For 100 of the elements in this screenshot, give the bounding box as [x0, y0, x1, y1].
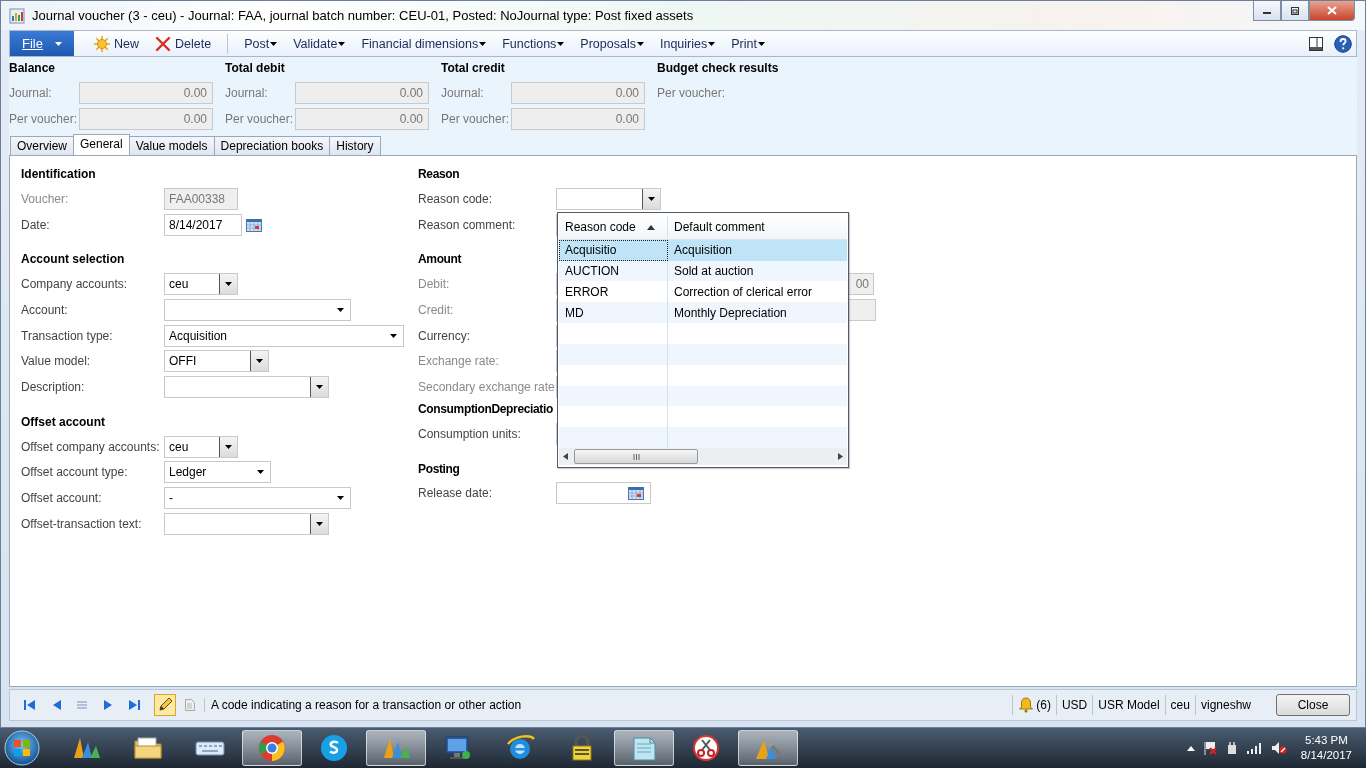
section-heading: Reason: [418, 166, 461, 183]
caret-icon: [270, 41, 278, 46]
dropdown-field[interactable]: Ledger: [164, 461, 271, 484]
lookup-row[interactable]: Acquisitio Acquisition: [559, 239, 847, 261]
column-header[interactable]: Reason code: [559, 216, 668, 239]
field-label: Offset account type:: [21, 465, 129, 480]
tab[interactable]: General: [73, 134, 130, 156]
section-heading: Identification: [21, 166, 97, 183]
field-label: Description:: [21, 379, 86, 394]
dropdown-field[interactable]: [556, 187, 661, 210]
field-label: Per voucher:: [225, 112, 295, 126]
field-label: Exchange rate:: [418, 354, 500, 369]
last-icon[interactable]: [128, 699, 140, 711]
menu-button[interactable]: Financial dimensions: [353, 32, 495, 55]
status-item: USR Model: [1092, 695, 1165, 715]
file-button[interactable]: File: [10, 31, 74, 56]
field-label: Date:: [21, 217, 51, 232]
notifications-button[interactable]: (6): [1012, 695, 1056, 715]
lookup-row[interactable]: MD Monthly Depreciation: [559, 302, 847, 324]
field-label: Release date:: [418, 486, 494, 501]
dropdown-field[interactable]: ceu: [164, 435, 238, 458]
caret-icon: [257, 470, 264, 475]
section-heading: Posting: [418, 460, 461, 478]
caret-icon: [316, 521, 323, 526]
menu-button[interactable]: Inquiries: [651, 32, 724, 55]
next-icon[interactable]: [102, 699, 114, 711]
total-field: 0.00: [79, 82, 213, 104]
dropdown-field[interactable]: [164, 298, 351, 321]
status-item: vigneshw: [1194, 695, 1256, 715]
section-heading: Account selection: [21, 251, 126, 269]
document-icon: [184, 698, 196, 712]
dropdown-field[interactable]: ceu: [164, 273, 238, 296]
caret-icon: [316, 384, 323, 389]
tab[interactable]: Depreciation books: [213, 136, 331, 155]
menu-button[interactable]: Validate: [285, 32, 354, 55]
field-label: Company accounts:: [21, 277, 129, 292]
minimize-button[interactable]: [1253, 1, 1281, 21]
new-button[interactable]: New: [86, 32, 147, 55]
dropdown-field[interactable]: OFFI: [164, 350, 269, 373]
calendar-icon: [628, 486, 644, 501]
field-label: Per voucher:: [657, 86, 727, 100]
edit-button[interactable]: [154, 694, 176, 716]
signal-icon[interactable]: [1246, 742, 1263, 754]
first-icon[interactable]: [24, 699, 36, 711]
menu-button[interactable]: Functions: [494, 32, 573, 55]
section-heading: Balance: [9, 60, 57, 77]
clock[interactable]: 5:43 PM 8/14/2017: [1300, 733, 1352, 763]
menu-button[interactable]: Proposals: [572, 32, 652, 55]
menu-button[interactable]: Print: [723, 32, 773, 55]
caret-icon: [225, 282, 232, 287]
help-text: A code indicating a reason for a transaction or other action: [204, 698, 522, 712]
table-cell: Acquisitio: [559, 239, 668, 261]
restore-icon: [1290, 6, 1300, 15]
field-label: Reason comment:: [418, 217, 517, 232]
start-button[interactable]: [2, 728, 42, 768]
total-field: 0.00: [295, 82, 429, 104]
lookup-row[interactable]: AUCTION Sold at auction: [559, 260, 847, 282]
field-label: Journal:: [9, 86, 53, 100]
caret-icon: [757, 41, 765, 46]
scrollbar[interactable]: [559, 448, 847, 465]
delete-button[interactable]: Delete: [147, 32, 220, 55]
tab[interactable]: Overview: [10, 136, 74, 155]
section-heading: Amount: [418, 251, 463, 269]
bell-icon: [1018, 697, 1035, 713]
field-label: Transaction type:: [21, 328, 114, 343]
column-header[interactable]: Default comment: [668, 216, 847, 239]
app-icon: [9, 7, 25, 24]
section-heading: Total debit: [225, 60, 286, 77]
flag-icon[interactable]: [1202, 741, 1217, 755]
menu-button[interactable]: Post: [236, 32, 286, 55]
help-icon[interactable]: [1334, 34, 1352, 53]
section-heading: Budget check results: [657, 60, 780, 77]
date-field[interactable]: 8/14/2017: [164, 213, 242, 236]
section-heading: ConsumptionDepreciatio: [418, 400, 554, 418]
speaker-icon[interactable]: [1270, 741, 1287, 755]
date-field[interactable]: [556, 482, 651, 505]
field-label: Voucher:: [21, 191, 70, 206]
scroll-left-icon: [563, 453, 568, 461]
field-label: Value model:: [21, 354, 92, 369]
dropdown-field[interactable]: -: [164, 487, 351, 510]
field-label: Offset account:: [21, 491, 103, 506]
show-hidden-icon[interactable]: [1186, 745, 1195, 751]
caret-icon: [479, 41, 487, 46]
table-cell-text: Correction of clerical error: [673, 283, 814, 301]
window-title: Journal voucher (3 - ceu) - Journal: FAA, journal batch number: CEU-01, Posted: NoJournal type: Post fixed assets: [32, 8, 695, 23]
field-label: Offset company accounts:: [21, 439, 161, 454]
panel-icon[interactable]: [1308, 35, 1324, 52]
tab[interactable]: History: [329, 136, 381, 155]
maximize-button[interactable]: [1281, 1, 1309, 21]
caret-icon: [557, 41, 565, 46]
delete-icon: [155, 35, 171, 52]
scroll-thumb[interactable]: [574, 449, 698, 465]
table-cell: MD: [559, 302, 668, 324]
tab[interactable]: Value models: [128, 136, 215, 155]
close-button[interactable]: Close: [1276, 694, 1350, 716]
dropdown-field[interactable]: [164, 512, 329, 535]
caret-icon: [337, 496, 344, 501]
dropdown-field[interactable]: Acquisition: [164, 324, 404, 347]
close-button[interactable]: [1309, 1, 1355, 21]
dropdown-field[interactable]: [164, 375, 329, 398]
